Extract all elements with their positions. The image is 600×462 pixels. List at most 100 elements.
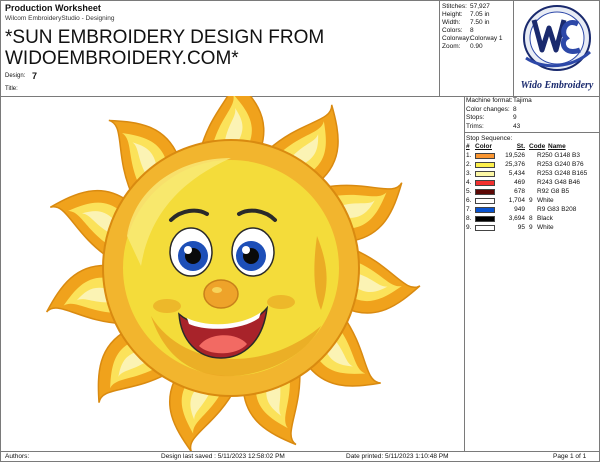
col-num: #	[466, 143, 470, 150]
color-name: R253 G248 B165	[537, 170, 588, 177]
color-swatch	[475, 224, 495, 231]
divider	[439, 1, 440, 96]
wido-logo-icon: Wido Embroidery	[521, 5, 594, 91]
stitch-count: 1,704	[508, 197, 525, 204]
design-preview	[31, 75, 441, 459]
stop-sequence-label: Stop Sequence:	[466, 135, 513, 142]
stat-value: 7.50 in	[470, 19, 490, 26]
machine-row: Trims: 43	[466, 123, 600, 132]
design-label: Design:	[5, 73, 26, 79]
worksheet-title: Production Worksheet	[5, 3, 101, 13]
stop-row: 1. 19,526 R250 G148 B3	[466, 151, 600, 160]
design-stats: Stitches: 57,927 Height: 7.05 in Width: 7.5…	[442, 3, 514, 51]
col-color: Color	[475, 143, 492, 150]
divider	[464, 96, 465, 451]
stat-key: Zoom:	[442, 43, 461, 50]
stat-key: Colors:	[442, 27, 463, 34]
col-st: St.	[516, 143, 525, 150]
design-name: *SUN EMBROIDERY DESIGN FROM WIDOEMBROIDE…	[5, 27, 425, 69]
machine-key: Color changes:	[466, 105, 510, 113]
stat-value: 8	[470, 27, 474, 34]
color-name: R253 G240 B76	[537, 161, 584, 168]
col-name: Name	[548, 143, 566, 150]
stitch-count: 95	[517, 224, 525, 231]
color-swatch	[475, 206, 495, 213]
stop-num: 3.	[466, 170, 472, 177]
right-eye-icon	[231, 227, 275, 277]
stat-row: Width: 7.50 in	[442, 19, 514, 27]
stop-num: 9.	[466, 224, 472, 231]
stat-row: Colorway: Colorway 1	[442, 35, 514, 43]
stop-table: 1. 19,526 R250 G148 B3 2. 25,376 R253 G240 B7…	[466, 151, 600, 232]
title-label: Title:	[5, 86, 18, 92]
col-code: Code	[529, 143, 546, 150]
last-saved: Design last saved : 5/11/2023 12:58:02 P…	[161, 453, 285, 460]
machine-value: Tajima	[513, 97, 532, 104]
machine-key: Stops:	[466, 114, 485, 121]
stop-row: 7. 949 R9 G83 B208	[466, 205, 600, 214]
stat-row: Stitches: 57,927	[442, 3, 514, 11]
stat-row: Height: 7.05 in	[442, 11, 514, 19]
brand-logo: Wido Embroidery	[514, 2, 600, 96]
design-number: 7	[32, 71, 38, 81]
stat-key: Width:	[442, 19, 461, 26]
stop-row: 8. 3,694 8 Black	[466, 214, 600, 223]
stitch-count: 5,434	[508, 170, 525, 177]
color-swatch	[475, 197, 495, 204]
stitch-count: 25,376	[505, 161, 525, 168]
machine-value: 43	[513, 122, 521, 130]
stop-row: 5. 678 R92 G8 B5	[466, 187, 600, 196]
stop-row: 3. 5,434 R253 G248 B165	[466, 169, 600, 178]
machine-panel: Machine format: Tajima Color changes: 8 St…	[465, 97, 600, 232]
stat-value: 57,927	[470, 3, 490, 10]
machine-row: Machine format: Tajima	[466, 97, 600, 106]
stop-num: 4.	[466, 179, 472, 186]
stop-row: 9. 95 9 White	[466, 223, 600, 232]
color-swatch	[475, 188, 495, 195]
color-name: White	[537, 224, 554, 231]
worksheet: Production Worksheet Wilcom EmbroiderySt…	[0, 0, 600, 462]
stop-num: 1.	[466, 152, 472, 159]
divider	[465, 132, 600, 133]
stat-key: Height:	[442, 11, 463, 18]
color-name: R243 G48 B46	[537, 179, 581, 186]
color-name: Black	[537, 215, 553, 222]
stat-value: 0.90	[470, 43, 483, 50]
color-swatch	[475, 215, 495, 222]
stop-row: 2. 25,376 R253 G240 B76	[466, 160, 600, 169]
left-cheek	[153, 299, 181, 313]
authors-label: Authors:	[5, 453, 30, 460]
stitch-count: 19,526	[505, 152, 525, 159]
page-number: Page 1 of 1	[553, 453, 587, 460]
stop-num: 2.	[466, 161, 472, 168]
color-code: 9	[529, 197, 533, 204]
right-cheek	[267, 295, 295, 309]
stat-row: Colors: 8	[442, 27, 514, 35]
software-name: Wilcom EmbroideryStudio - Designing	[5, 15, 115, 22]
color-name: R250 G148 B3	[537, 152, 581, 159]
machine-row: Stops: 9	[466, 114, 600, 123]
stat-row: Zoom: 0.90	[442, 43, 514, 51]
stop-num: 8.	[466, 215, 472, 222]
machine-row: Color changes: 8	[466, 106, 600, 115]
color-swatch	[475, 161, 495, 168]
stop-num: 5.	[466, 188, 472, 195]
color-name: White	[537, 197, 554, 204]
stat-key: Stitches:	[442, 3, 467, 10]
stitch-count: 469	[514, 179, 525, 186]
stop-table-header: # Color St. Code Name	[466, 143, 600, 151]
stop-row: 4. 469 R243 G48 B46	[466, 178, 600, 187]
stop-row: 6. 1,704 9 White	[466, 196, 600, 205]
stitch-count: 678	[514, 188, 525, 195]
color-name: R92 G8 B5	[537, 188, 570, 195]
stat-value: Colorway 1	[470, 35, 503, 42]
color-code: 8	[529, 215, 533, 222]
stop-num: 6.	[466, 197, 472, 204]
stitch-count: 949	[514, 206, 525, 213]
stitch-count: 3,694	[508, 215, 525, 222]
date-printed: Date printed: 5/11/2023 1:10:48 PM	[346, 453, 449, 460]
machine-value: 9	[513, 114, 517, 121]
color-code: 9	[529, 224, 533, 231]
sun-embroidery-image	[37, 75, 424, 459]
machine-value: 8	[513, 105, 517, 113]
